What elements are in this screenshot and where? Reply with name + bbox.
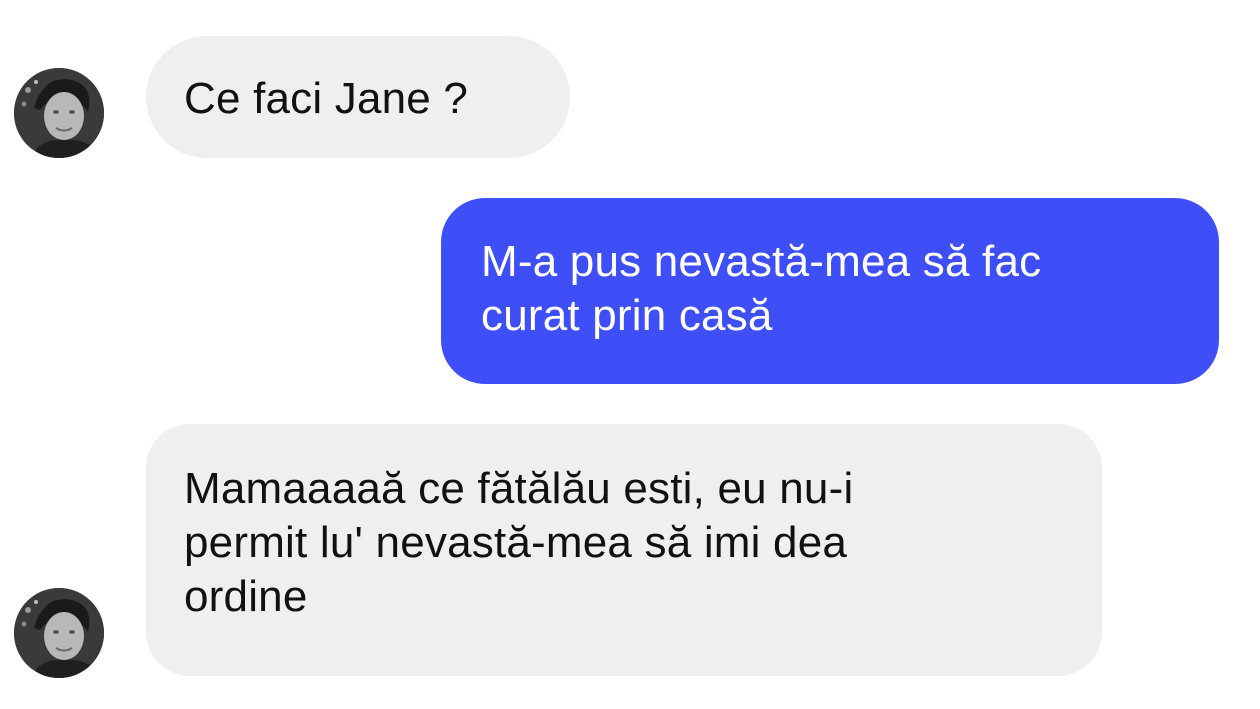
incoming-message[interactable]: Ce faci Jane ?	[146, 36, 570, 158]
person-portrait-icon	[14, 68, 104, 158]
message-text: permit lu' nevastă-mea să imi dea	[184, 518, 848, 567]
person-portrait-icon	[14, 588, 104, 678]
contact-avatar[interactable]	[14, 68, 104, 158]
chat-thread: Ce faci Jane ? M-a pus nevastă-mea să fa…	[0, 0, 1260, 709]
message-text: M-a pus nevastă-mea să fac	[481, 237, 1042, 286]
message-text: Mamaaaaă ce fătălău esti, eu nu-i	[184, 464, 854, 513]
message-text: curat prin casă	[481, 291, 773, 340]
contact-avatar[interactable]	[14, 588, 104, 678]
message-text: Ce faci Jane ?	[184, 74, 469, 123]
incoming-message[interactable]: Mamaaaaă ce fătălău esti, eu nu-i permit…	[146, 424, 1102, 676]
outgoing-message[interactable]: M-a pus nevastă-mea să fac curat prin ca…	[441, 198, 1219, 384]
message-text: ordine	[184, 572, 308, 621]
